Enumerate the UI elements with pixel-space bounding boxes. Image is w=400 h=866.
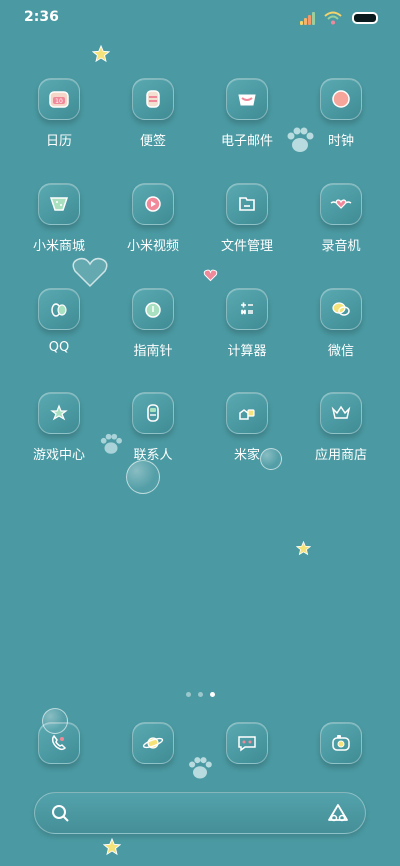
star-sticker-icon — [296, 541, 311, 556]
page-indicator[interactable] — [0, 692, 400, 697]
app-label: 小米视频 — [126, 239, 179, 254]
app-label: 便签 — [139, 134, 166, 149]
app-recorder[interactable]: 录音机 — [294, 183, 388, 254]
notes-icon — [132, 78, 174, 120]
app-label: 计算器 — [227, 344, 267, 359]
paw-print-icon — [189, 757, 212, 779]
page-dot-active — [209, 692, 215, 697]
bubble-decoration — [260, 448, 282, 470]
status-bar: 2:36 — [0, 0, 400, 36]
clock-icon — [320, 78, 362, 120]
star-sticker-icon — [92, 45, 110, 63]
search-bar[interactable] — [34, 792, 366, 834]
bubble-decoration — [126, 460, 160, 494]
compass-icon — [132, 288, 174, 330]
bubble-decoration — [42, 708, 68, 734]
mijia-icon — [226, 392, 268, 434]
app-label: 微信 — [327, 344, 354, 359]
pink-heart-icon — [203, 269, 218, 282]
assistant-icon[interactable] — [327, 803, 349, 823]
status-icons — [300, 10, 378, 26]
page-dot — [185, 692, 191, 697]
app-label: QQ — [48, 340, 70, 355]
shopping-icon — [38, 183, 80, 225]
app-label: 录音机 — [321, 239, 361, 254]
messages-icon — [226, 722, 268, 764]
search-icon[interactable] — [51, 804, 71, 824]
app-notes[interactable]: 便签 — [106, 78, 200, 149]
heart-bubble-icon — [72, 257, 108, 288]
app-game-center[interactable]: 游戏中心 — [12, 392, 106, 463]
video-icon — [132, 183, 174, 225]
dock-camera[interactable] — [294, 722, 388, 764]
signal-icon — [300, 11, 318, 25]
recorder-icon — [320, 183, 362, 225]
calendar-icon: 10 — [38, 78, 80, 120]
app-store-icon — [320, 392, 362, 434]
app-label: 小米商城 — [32, 239, 85, 254]
app-wechat[interactable]: 微信 — [294, 288, 388, 359]
wifi-icon — [324, 11, 342, 25]
app-label: 游戏中心 — [32, 448, 85, 463]
app-email[interactable]: 电子邮件 — [200, 78, 294, 149]
calculator-icon — [226, 288, 268, 330]
svg-text:10: 10 — [55, 98, 63, 105]
paw-print-icon — [287, 127, 314, 152]
browser-planet-icon — [132, 722, 174, 764]
app-file-manager[interactable]: 文件管理 — [200, 183, 294, 254]
app-app-store[interactable]: 应用商店 — [294, 392, 388, 463]
email-icon — [226, 78, 268, 120]
game-center-icon — [38, 392, 80, 434]
app-label: 日历 — [45, 134, 72, 149]
page-dot — [197, 692, 203, 697]
app-calculator[interactable]: 计算器 — [200, 288, 294, 359]
app-calendar[interactable]: 10 日历 — [12, 78, 106, 149]
camera-icon — [320, 722, 362, 764]
folder-icon — [226, 183, 268, 225]
contacts-icon — [132, 392, 174, 434]
star-sticker-icon — [103, 838, 121, 856]
wechat-icon — [320, 288, 362, 330]
app-mi-store[interactable]: 小米商城 — [12, 183, 106, 254]
app-compass[interactable]: 指南针 — [106, 288, 200, 359]
paw-print-icon — [100, 433, 122, 454]
qq-icon — [38, 288, 80, 330]
app-label: 指南针 — [133, 344, 173, 359]
app-label: 文件管理 — [220, 239, 273, 254]
app-mi-video[interactable]: 小米视频 — [106, 183, 200, 254]
app-label: 电子邮件 — [220, 134, 273, 149]
status-time: 2:36 — [24, 9, 59, 25]
app-label: 应用商店 — [314, 448, 367, 463]
battery-icon — [352, 12, 378, 24]
app-qq[interactable]: QQ — [12, 288, 106, 355]
